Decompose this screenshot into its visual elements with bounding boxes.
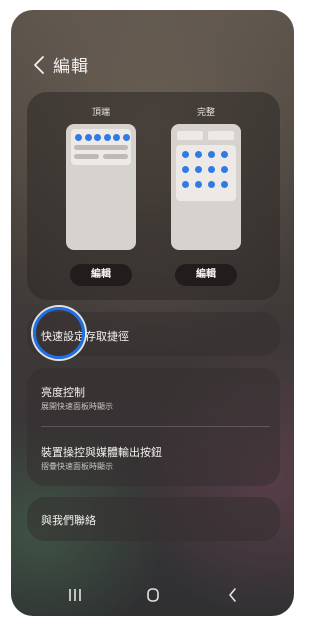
header-tile	[208, 131, 234, 140]
recents-button[interactable]	[63, 586, 87, 604]
nav-back-icon	[229, 588, 236, 602]
brightness-control-desc: 展開快速面板時顯示	[41, 402, 113, 411]
recents-icon	[69, 589, 81, 601]
quick-setting-dot	[94, 134, 101, 141]
header-tile	[177, 131, 203, 140]
media-button-bar	[103, 154, 128, 159]
media-button-bar	[74, 154, 99, 159]
quick-setting-dot	[84, 134, 92, 141]
display-settings-card: 亮度控制 展開快速面板時顯示 裝置操控與媒體輸出按鈕 摺疊快速面板時顯示	[27, 368, 280, 486]
quick-setting-dot	[195, 181, 202, 188]
quick-setting-dot	[103, 134, 111, 141]
quick-setting-dot	[195, 151, 202, 158]
page-title: 編輯	[53, 57, 89, 77]
top-panel-label: 頂端	[91, 108, 110, 118]
contact-us-row[interactable]: 與我們聯絡	[27, 497, 280, 541]
chevron-left-icon	[34, 56, 44, 74]
quick-setting-dot	[113, 134, 120, 141]
top-bar: 編輯	[11, 50, 294, 90]
quick-setting-dot	[182, 166, 189, 173]
device-control-desc: 摺疊快速面板時顯示	[41, 462, 113, 471]
quick-setting-dot	[208, 151, 215, 158]
home-icon	[147, 588, 159, 602]
quick-setting-dot	[221, 181, 228, 188]
panel-preview-card: 頂端 完整 編輯 編輯	[27, 92, 280, 300]
quick-setting-dot	[182, 181, 189, 188]
tap-highlight-ring	[33, 307, 85, 359]
quick-setting-dot	[122, 134, 130, 141]
divider	[41, 426, 270, 427]
full-panel-label: 完整	[196, 108, 215, 118]
brightness-control-row[interactable]: 亮度控制 展開快速面板時顯示	[27, 368, 280, 422]
full-panel-screen	[171, 124, 241, 250]
quick-setting-dot	[208, 181, 215, 188]
full-panel-preview: 完整	[171, 106, 241, 250]
quick-setting-dot	[208, 166, 215, 173]
quick-setting-dot	[195, 166, 202, 173]
quick-setting-dot	[182, 151, 189, 158]
edit-full-button[interactable]: 編輯	[175, 264, 237, 286]
quick-setting-dot	[221, 151, 228, 158]
home-button[interactable]	[141, 586, 165, 604]
quick-setting-dot	[221, 166, 228, 173]
brightness-control-label: 亮度控制	[41, 386, 85, 399]
device-control-row[interactable]: 裝置操控與媒體輸出按鈕 摺疊快速面板時顯示	[27, 428, 280, 484]
device-control-label: 裝置操控與媒體輸出按鈕	[41, 446, 162, 459]
brightness-bar	[74, 145, 128, 150]
nav-back-button[interactable]	[221, 586, 245, 604]
back-button[interactable]	[29, 54, 51, 76]
contact-us-label: 與我們聯絡	[41, 514, 96, 527]
edit-top-button[interactable]: 編輯	[70, 264, 132, 286]
top-panel-preview: 頂端	[66, 106, 136, 250]
top-panel-screen	[66, 124, 136, 250]
quick-setting-dot	[75, 134, 82, 141]
phone-screen: 編輯 頂端 完整 編輯 編輯 快速設定存取捷徑 亮度控制 展開快速面板時顯示 裝…	[11, 10, 294, 616]
navigation-bar	[11, 576, 294, 616]
